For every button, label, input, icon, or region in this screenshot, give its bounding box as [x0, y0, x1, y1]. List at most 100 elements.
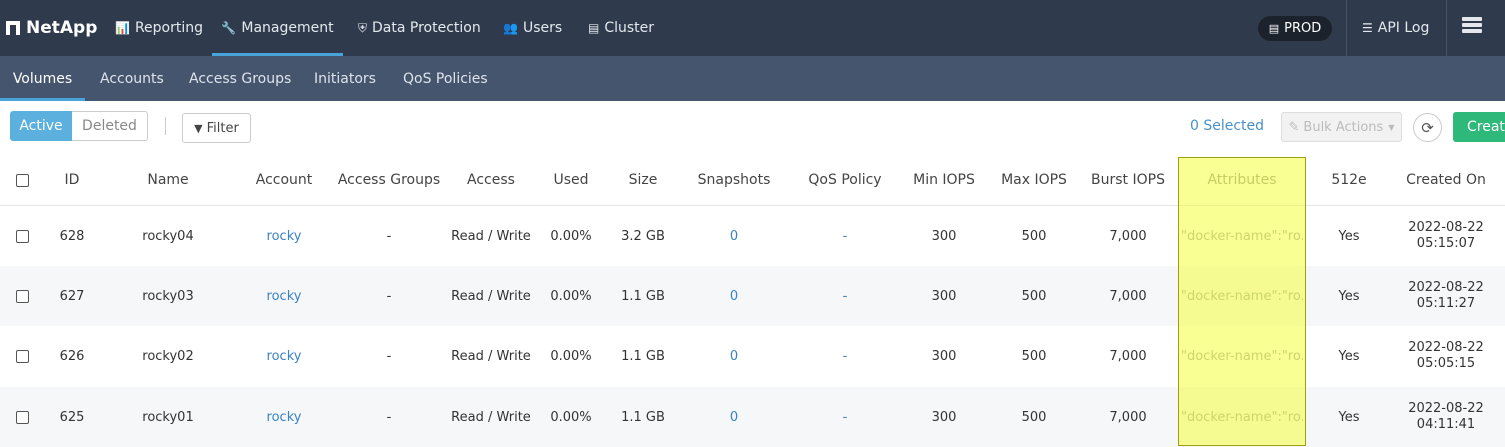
- created-time: 04:11:41: [1416, 417, 1476, 432]
- account-cell[interactable]: rocky: [244, 326, 324, 386]
- created-on-cell: 2022-08-22 05:11:27: [1396, 266, 1496, 326]
- id-cell: 626: [59, 348, 85, 364]
- account-cell[interactable]: rocky: [244, 266, 324, 326]
- api-log-button[interactable]: ☰ API Log: [1362, 0, 1429, 56]
- e512-cell: Yes: [1338, 228, 1360, 244]
- attributes-cell: "docker-name":"ro...: [1181, 409, 1303, 425]
- created-time: 05:11:27: [1416, 296, 1476, 311]
- filter-button[interactable]: ▼ Filter: [182, 113, 251, 143]
- created-time: 05:05:15: [1416, 356, 1476, 371]
- column-header[interactable]: Access Groups: [330, 155, 448, 205]
- nav-data-protection[interactable]: ⛨ Data Protection: [358, 0, 481, 56]
- cluster-badge-label: PROD: [1284, 21, 1322, 36]
- row-select-cell[interactable]: [0, 387, 44, 447]
- account-cell[interactable]: rocky: [244, 387, 324, 447]
- caret-down-icon: ▼: [1388, 122, 1395, 132]
- nav-label: Reporting: [134, 20, 204, 36]
- checkbox[interactable]: [15, 349, 29, 363]
- select-all-checkbox[interactable]: [0, 155, 44, 205]
- used-cell: 0.00%: [550, 228, 592, 244]
- cluster-badge[interactable]: ▤ PROD: [1258, 16, 1332, 41]
- e512-cell: Yes: [1338, 288, 1360, 304]
- snapshots-cell[interactable]: 0: [690, 266, 778, 326]
- row-select-cell[interactable]: [0, 326, 44, 386]
- column-header[interactable]: Min IOPS: [904, 155, 984, 205]
- created-date: 2022-08-22: [1408, 220, 1484, 235]
- column-header[interactable]: Account: [244, 155, 324, 205]
- column-header[interactable]: Name: [120, 155, 216, 205]
- table-row[interactable]: 625 rocky01 rocky - Read / Write 0.00% 1.1 GB 0…: [0, 387, 1505, 447]
- snapshots-cell[interactable]: 0: [690, 206, 778, 266]
- divider: [1346, 0, 1347, 56]
- column-header[interactable]: Access: [448, 155, 534, 205]
- table-row[interactable]: 628 rocky04 rocky - Read / Write 0.00% 3.2 GB 0…: [0, 206, 1505, 266]
- max-iops-cell: 500: [1021, 348, 1047, 364]
- netapp-logo[interactable]: NetApp: [6, 17, 97, 39]
- table-row[interactable]: 626 rocky02 rocky - Read / Write 0.00% 1.1 GB 0…: [0, 326, 1505, 386]
- created-date: 2022-08-22: [1408, 340, 1484, 355]
- min-iops-cell: 300: [931, 288, 957, 304]
- column-header[interactable]: Burst IOPS: [1084, 155, 1172, 205]
- column-header[interactable]: Attributes: [1181, 155, 1303, 205]
- checkbox[interactable]: [15, 173, 29, 187]
- deleted-toggle[interactable]: Deleted: [72, 111, 148, 141]
- tab-accounts[interactable]: Accounts: [100, 56, 164, 101]
- nav-users[interactable]: 👥 Users: [503, 0, 562, 56]
- column-header[interactable]: QoS Policy: [800, 155, 890, 205]
- qos-policy-cell[interactable]: -: [800, 266, 890, 326]
- row-select-cell[interactable]: [0, 266, 44, 326]
- column-header[interactable]: Created On: [1396, 155, 1496, 205]
- tab-qos-policies[interactable]: QoS Policies: [403, 56, 488, 101]
- name-cell: rocky04: [142, 228, 194, 244]
- server-icon: ▤: [1268, 22, 1280, 35]
- netapp-logo-icon: [6, 21, 20, 35]
- snapshots-cell[interactable]: 0: [690, 326, 778, 386]
- divider: [1446, 0, 1447, 56]
- created-on-cell: 2022-08-22 05:15:07: [1396, 206, 1496, 266]
- selected-count: 0 Selected: [1190, 118, 1265, 134]
- used-cell: 0.00%: [550, 288, 592, 304]
- tab-initiators[interactable]: Initiators: [314, 56, 376, 101]
- column-header[interactable]: Max IOPS: [994, 155, 1074, 205]
- qos-policy-cell[interactable]: -: [800, 206, 890, 266]
- checkbox[interactable]: [15, 410, 29, 424]
- active-toggle[interactable]: Active: [10, 111, 72, 141]
- filter-label: Filter: [206, 120, 239, 136]
- checkbox[interactable]: [15, 289, 29, 303]
- nav-management[interactable]: 🔧 Management: [212, 0, 343, 56]
- access-cell: Read / Write: [451, 288, 531, 304]
- qos-policy-cell[interactable]: -: [800, 387, 890, 447]
- tab-volumes[interactable]: Volumes: [0, 56, 85, 101]
- access-groups-cell: -: [386, 228, 392, 244]
- name-cell: rocky02: [142, 348, 194, 364]
- burst-iops-cell: 7,000: [1109, 348, 1147, 364]
- name-cell: rocky03: [142, 288, 194, 304]
- access-cell: Read / Write: [451, 409, 531, 425]
- column-header[interactable]: ID: [44, 155, 100, 205]
- qos-policy-cell[interactable]: -: [800, 326, 890, 386]
- table-row[interactable]: 627 rocky03 rocky - Read / Write 0.00% 1.1 GB 0…: [0, 266, 1505, 326]
- column-header[interactable]: Snapshots: [690, 155, 778, 205]
- column-header[interactable]: Used: [540, 155, 602, 205]
- tab-access-groups[interactable]: Access Groups: [189, 56, 291, 101]
- nav-cluster[interactable]: ▤ Cluster: [588, 0, 654, 56]
- snapshots-cell[interactable]: 0: [690, 387, 778, 447]
- size-cell: 1.1 GB: [621, 409, 665, 425]
- create-volume-button[interactable]: Create: [1453, 112, 1505, 142]
- created-time: 05:15:07: [1416, 236, 1476, 251]
- column-header[interactable]: 512e: [1318, 155, 1380, 205]
- users-icon: 👥: [503, 21, 518, 35]
- size-cell: 3.2 GB: [621, 228, 665, 244]
- nav-reporting[interactable]: 📊 Reporting: [115, 0, 203, 56]
- account-cell[interactable]: rocky: [244, 206, 324, 266]
- toolbar-divider: [165, 117, 166, 135]
- nav-label: Management: [241, 20, 334, 36]
- panel-menu-icon[interactable]: [1462, 17, 1482, 35]
- access-groups-cell: -: [386, 348, 392, 364]
- refresh-button[interactable]: ⟳: [1413, 113, 1442, 142]
- bulk-actions-label: Bulk Actions: [1303, 119, 1384, 135]
- checkbox[interactable]: [15, 229, 29, 243]
- bulk-actions-dropdown[interactable]: ✎ Bulk Actions ▼: [1281, 112, 1402, 142]
- row-select-cell[interactable]: [0, 206, 44, 266]
- column-header[interactable]: Size: [610, 155, 676, 205]
